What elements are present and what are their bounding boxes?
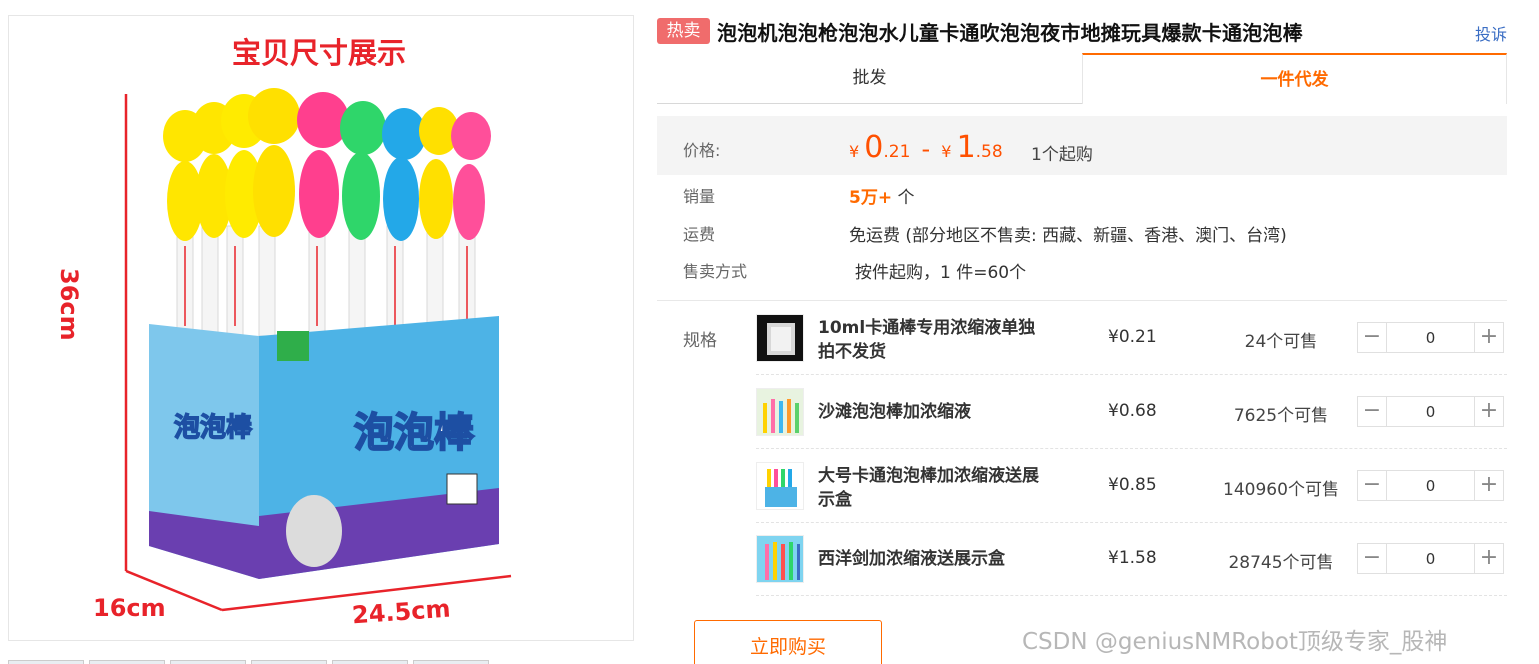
- price-section: 价格: ¥ 0.21 - ¥ 1.58 1个起购: [657, 116, 1507, 175]
- decrease-button[interactable]: −: [1358, 323, 1387, 352]
- price-separator: -: [921, 135, 931, 163]
- increase-button[interactable]: +: [1474, 397, 1503, 426]
- sku-stock: 140960个可售: [1223, 480, 1339, 500]
- increase-button[interactable]: +: [1474, 471, 1503, 500]
- sku-stock: 24个可售: [1244, 332, 1318, 352]
- sku-stock: 28745个可售: [1228, 553, 1334, 573]
- sku-thumbnail[interactable]: [756, 535, 804, 583]
- buy-now-button[interactable]: 立即购买: [694, 620, 882, 664]
- product-title: 泡泡机泡泡枪泡泡水儿童卡通吹泡泡夜市地摊玩具爆款卡通泡泡棒: [717, 21, 1303, 45]
- thumbnail[interactable]: [170, 660, 246, 664]
- price-low-dec: .21: [883, 142, 911, 162]
- sales-label: 销量: [683, 187, 716, 206]
- thumbnail[interactable]: [8, 660, 84, 664]
- sku-price: ¥0.68: [1108, 401, 1157, 421]
- thumbnail[interactable]: [332, 660, 408, 664]
- svg-text:泡泡棒: 泡泡棒: [354, 410, 475, 456]
- price-low-int: 0: [864, 130, 884, 165]
- sales-unit: 个: [892, 188, 915, 208]
- quantity-input[interactable]: [1388, 397, 1473, 426]
- thumbnail[interactable]: [251, 660, 327, 664]
- sku-row: 大号卡通泡泡棒加浓缩液送展示盒 ¥0.85 140960个可售 − +: [756, 449, 1507, 523]
- tab-wholesale[interactable]: 批发: [657, 53, 1082, 104]
- quantity-input[interactable]: [1388, 471, 1473, 500]
- title-row: 热卖 泡泡机泡泡枪泡泡水儿童卡通吹泡泡夜市地摊玩具爆款卡通泡泡棒 投诉: [657, 16, 1507, 48]
- sku-price: ¥1.58: [1108, 548, 1157, 568]
- sale-method-value: 按件起购，1 件=60个: [855, 263, 1027, 283]
- sales-value: 5万+: [849, 188, 893, 208]
- sku-price: ¥0.85: [1108, 475, 1157, 495]
- decrease-button[interactable]: −: [1358, 397, 1387, 426]
- sku-thumbnail[interactable]: [756, 462, 804, 510]
- sale-method-label: 售卖方式: [683, 262, 748, 281]
- quantity-input[interactable]: [1388, 544, 1473, 573]
- quantity-input[interactable]: [1388, 323, 1473, 352]
- shipping-value: 免运费 (部分地区不售卖: 西藏、新疆、香港、澳门、台湾): [849, 226, 1287, 246]
- sku-name: 西洋剑加浓缩液送展示盒: [818, 549, 1005, 569]
- price-high-dec: .58: [975, 142, 1003, 162]
- dimension-depth-label: 16cm: [93, 594, 166, 622]
- quantity-stepper: − +: [1357, 470, 1504, 501]
- decrease-button[interactable]: −: [1358, 471, 1387, 500]
- svg-text:泡泡棒: 泡泡棒: [174, 413, 253, 443]
- increase-button[interactable]: +: [1474, 323, 1503, 352]
- sku-name: 沙滩泡泡棒加浓缩液: [818, 402, 971, 422]
- sku-stock: 7625个可售: [1233, 406, 1329, 426]
- sale-method-row: 售卖方式 按件起购，1 件=60个: [657, 252, 1507, 286]
- price-low-currency: ¥: [849, 142, 860, 161]
- sku-thumbnail[interactable]: [756, 314, 804, 362]
- sales-value-wrap: 5万+ 个: [849, 183, 914, 208]
- quantity-stepper: − +: [1357, 322, 1504, 353]
- sku-row: 西洋剑加浓缩液送展示盒 ¥1.58 28745个可售 − +: [756, 522, 1507, 596]
- min-order: 1个起购: [1031, 145, 1093, 165]
- quantity-stepper: − +: [1357, 396, 1504, 427]
- sku-name: 10ml卡通棒专用浓缩液单独拍不发货: [818, 318, 1036, 362]
- spec-label: 规格: [683, 331, 717, 351]
- price-label: 价格:: [683, 141, 721, 160]
- price-high-currency: ¥: [941, 142, 952, 161]
- hot-badge: 热卖: [657, 18, 710, 44]
- thumbnail[interactable]: [413, 660, 489, 664]
- shipping-label: 运费: [683, 225, 716, 244]
- purchase-mode-tabs: 批发 一件代发: [657, 53, 1507, 104]
- product-illustration: 泡泡棒 泡泡棒: [124, 88, 512, 612]
- increase-button[interactable]: +: [1474, 544, 1503, 573]
- sku-row: 沙滩泡泡棒加浓缩液 ¥0.68 7625个可售 − +: [756, 375, 1507, 449]
- tab-dropship[interactable]: 一件代发: [1082, 53, 1507, 104]
- shipping-row: 运费 免运费 (部分地区不售卖: 西藏、新疆、香港、澳门、台湾): [657, 215, 1507, 249]
- sku-name: 大号卡通泡泡棒加浓缩液送展示盒: [818, 466, 1039, 510]
- price-high-int: 1: [956, 130, 976, 165]
- sku-thumbnail[interactable]: [756, 388, 804, 436]
- price-range: ¥ 0.21 - ¥ 1.58: [849, 130, 1003, 165]
- dimension-height-label: 36cm: [55, 268, 83, 341]
- report-link[interactable]: 投诉: [1475, 21, 1507, 45]
- quantity-stepper: − +: [1357, 543, 1504, 574]
- sku-price: ¥0.21: [1108, 327, 1157, 347]
- thumbnail[interactable]: [89, 660, 165, 664]
- main-product-image[interactable]: 宝贝尺寸展示 泡泡棒 泡泡棒 36cm 16cm 24.5cm: [8, 15, 634, 641]
- decrease-button[interactable]: −: [1358, 544, 1387, 573]
- watermark: CSDN @geniusNMRobot顶级专家_股神: [1022, 629, 1448, 655]
- sku-row: 10ml卡通棒专用浓缩液单独拍不发货 ¥0.21 24个可售 − +: [756, 301, 1507, 375]
- sales-row: 销量 5万+ 个: [657, 177, 1507, 211]
